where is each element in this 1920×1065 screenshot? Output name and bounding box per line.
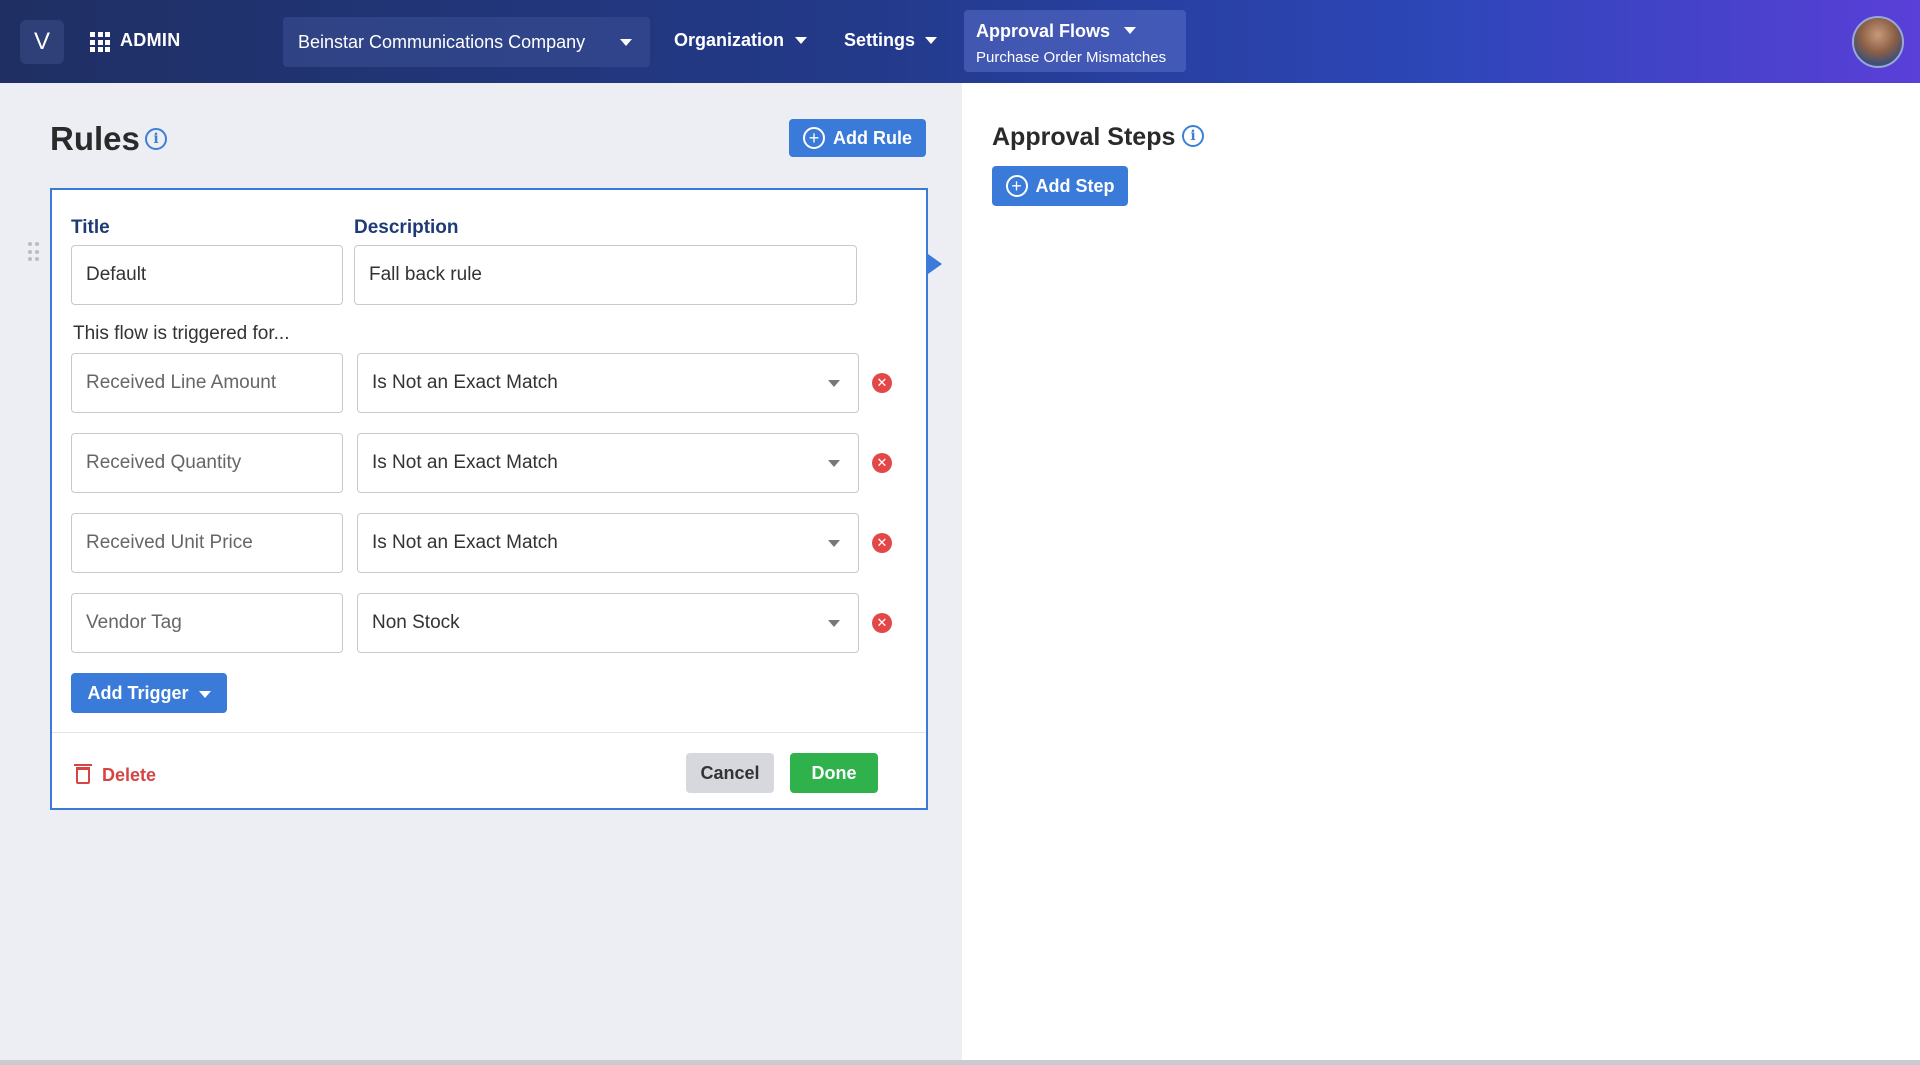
trigger-condition-value: Non Stock [372, 612, 460, 633]
drag-handle-icon[interactable] [28, 242, 40, 262]
trigger-field-2[interactable]: Received Quantity [71, 433, 343, 493]
trigger-field-4[interactable]: Vendor Tag [71, 593, 343, 653]
triggered-text: This flow is triggered for... [73, 323, 290, 344]
description-input-value: Fall back rule [369, 264, 482, 285]
nav-settings-label: Settings [844, 30, 916, 50]
trigger-condition-value: Is Not an Exact Match [372, 452, 558, 473]
info-icon[interactable]: i [145, 128, 167, 150]
trigger-condition-select-4[interactable]: Non Stock [357, 593, 859, 653]
trigger-condition-select-1[interactable]: Is Not an Exact Match [357, 353, 859, 413]
add-trigger-label: Add Trigger [87, 682, 189, 703]
trash-icon [74, 764, 92, 784]
app-logo[interactable]: V [20, 20, 64, 64]
page-bottom-border [0, 1060, 1920, 1065]
chevron-down-icon [198, 690, 211, 698]
delete-label: Delete [102, 765, 157, 785]
plus-circle-icon: + [803, 127, 825, 149]
chevron-down-icon [828, 380, 840, 387]
add-step-button[interactable]: + Add Step [992, 166, 1128, 206]
trigger-field-1[interactable]: Received Line Amount [71, 353, 343, 413]
trigger-field-value: Received Unit Price [86, 532, 253, 553]
trigger-field-value: Vendor Tag [86, 612, 182, 633]
add-rule-label: Add Rule [833, 127, 912, 148]
plus-circle-icon: + [1005, 175, 1028, 197]
company-select-value: Beinstar Communications Company [298, 31, 586, 52]
trigger-condition-select-3[interactable]: Is Not an Exact Match [357, 513, 859, 573]
chevron-down-icon [795, 37, 807, 44]
nav-organization-label: Organization [674, 30, 785, 50]
remove-trigger-icon[interactable]: ✕ [872, 613, 892, 633]
chevron-down-icon [1124, 27, 1136, 34]
remove-trigger-icon[interactable]: ✕ [872, 453, 892, 473]
cancel-label: Cancel [700, 762, 760, 783]
remove-trigger-icon[interactable]: ✕ [872, 533, 892, 553]
card-divider [52, 732, 926, 733]
nav-approval-flows[interactable]: Approval Flows Purchase Order Mismatches [964, 10, 1186, 72]
delete-rule-button[interactable]: Delete [74, 764, 157, 786]
nav-organization[interactable]: Organization [674, 30, 784, 51]
admin-label[interactable]: ADMIN [120, 30, 181, 51]
trigger-condition-select-2[interactable]: Is Not an Exact Match [357, 433, 859, 493]
trigger-field-value: Received Quantity [86, 452, 242, 473]
title-label: Title [71, 217, 110, 238]
trigger-field-value: Received Line Amount [86, 372, 277, 393]
trigger-condition-value: Is Not an Exact Match [372, 372, 558, 393]
info-icon[interactable]: i [1182, 125, 1204, 147]
nav-settings[interactable]: Settings [844, 30, 915, 51]
cancel-button[interactable]: Cancel [686, 753, 774, 793]
chevron-down-icon [620, 39, 632, 46]
approval-steps-panel: Approval Steps i + Add Step [962, 83, 1920, 1065]
description-input[interactable]: Fall back rule [354, 245, 857, 305]
page-title: Rules [50, 120, 140, 157]
add-step-label: Add Step [1035, 175, 1115, 196]
chevron-down-icon [828, 540, 840, 547]
done-label: Done [811, 762, 857, 783]
chevron-down-icon [828, 620, 840, 627]
title-input-value: Default [86, 264, 147, 285]
approval-steps-title: Approval Steps [992, 123, 1176, 151]
chevron-down-icon [828, 460, 840, 467]
rule-editor-card: Title Description Default Fall back rule… [50, 188, 928, 810]
card-pointer-arrow [928, 254, 942, 274]
trigger-field-3[interactable]: Received Unit Price [71, 513, 343, 573]
company-select[interactable]: Beinstar Communications Company [283, 17, 650, 67]
add-trigger-button[interactable]: Add Trigger [71, 673, 227, 713]
approval-flows-subtitle: Purchase Order Mismatches [976, 49, 1167, 66]
title-input[interactable]: Default [71, 245, 343, 305]
add-rule-button[interactable]: + Add Rule [789, 119, 926, 157]
user-avatar[interactable] [1852, 16, 1904, 68]
approval-flows-label: Approval Flows [976, 21, 1111, 41]
top-navigation-bar: V ADMIN Beinstar Communications Company … [0, 0, 1920, 83]
chevron-down-icon [925, 37, 937, 44]
remove-trigger-icon[interactable]: ✕ [872, 373, 892, 393]
apps-grid-icon[interactable] [90, 32, 110, 52]
done-button[interactable]: Done [790, 753, 878, 793]
description-label: Description [354, 217, 459, 238]
trigger-condition-value: Is Not an Exact Match [372, 532, 558, 553]
